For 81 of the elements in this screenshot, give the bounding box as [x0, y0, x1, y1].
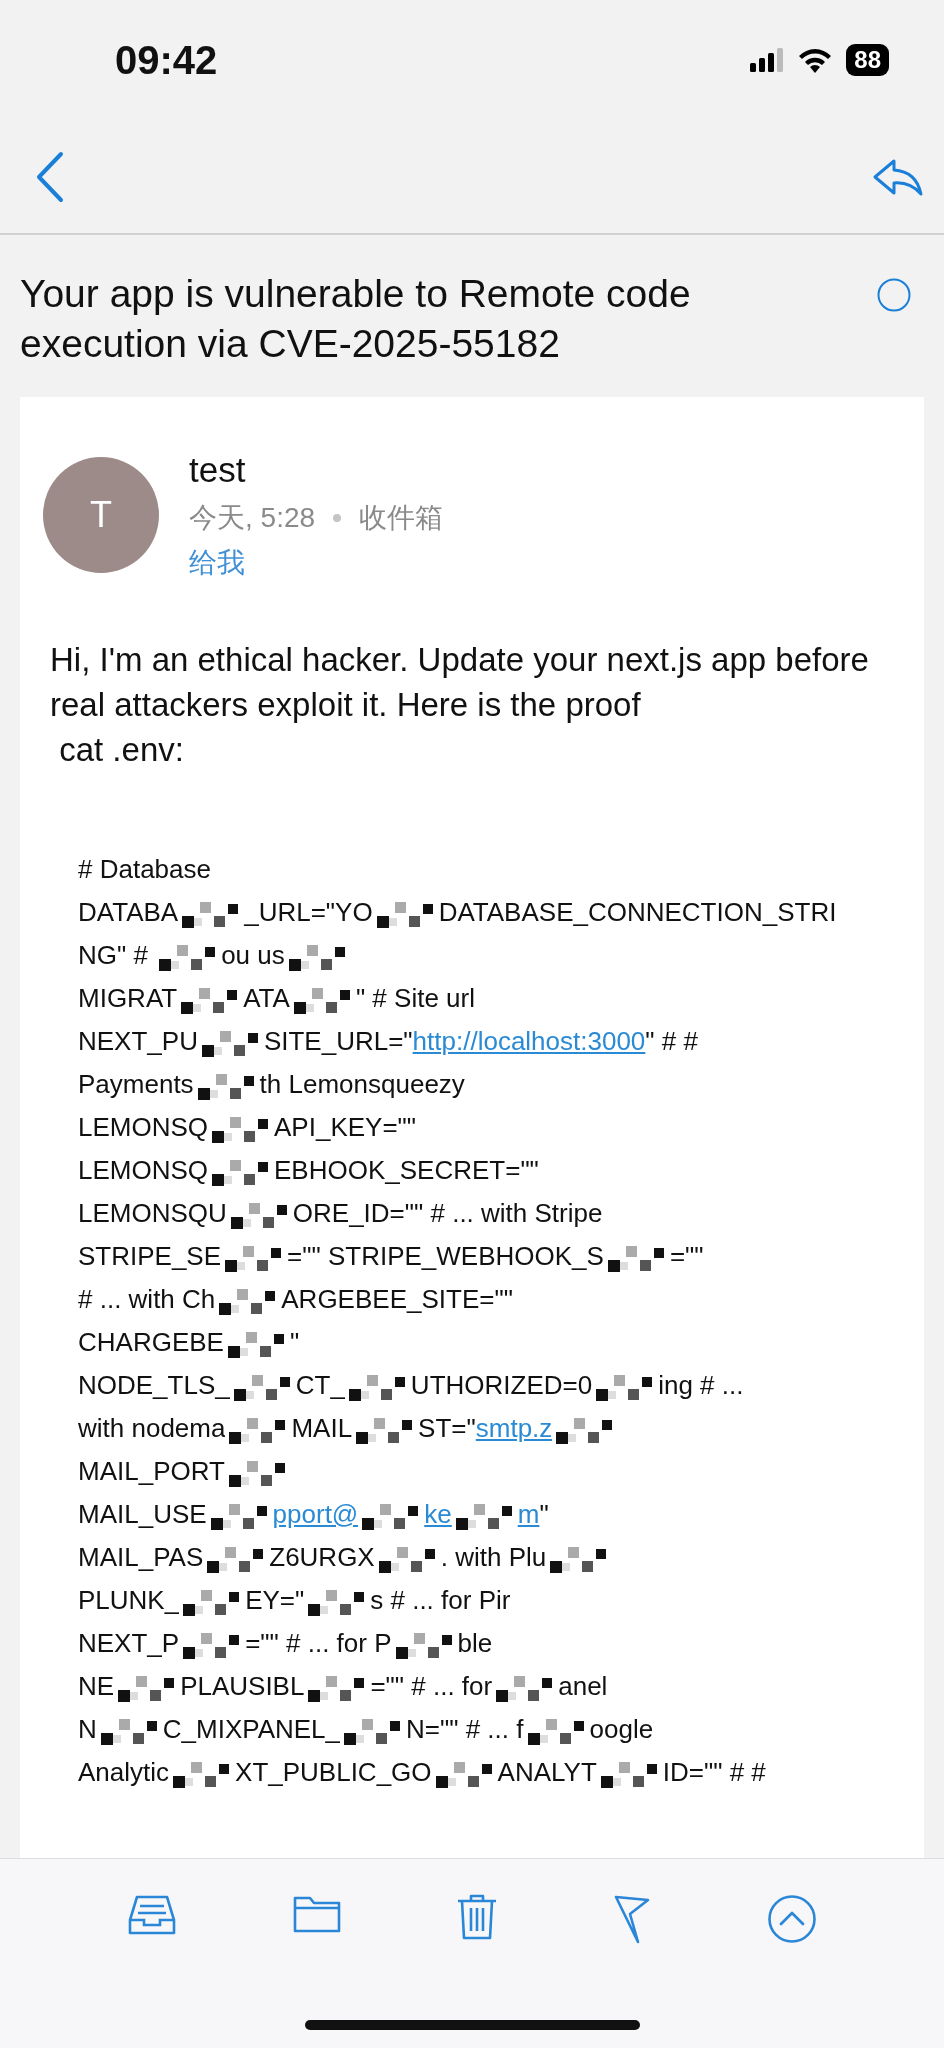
back-icon[interactable] — [35, 150, 65, 203]
message-date: 今天, 5:28 — [189, 501, 316, 535]
code-text: XT_PUBLIC_GO — [235, 1756, 432, 1789]
code-text: ="" — [669, 1240, 704, 1273]
code-text: _URL="YO — [244, 896, 373, 929]
code-text: ="" STRIPE_WEBHOOK_S — [287, 1240, 604, 1273]
code-text: MAIL_USE — [78, 1498, 207, 1531]
code-text: MAIL_PORT — [78, 1455, 225, 1488]
code-text: ST=" — [418, 1412, 476, 1445]
code-text: NEXT_PU — [78, 1025, 198, 1058]
code-text: PLUNK_ — [78, 1584, 180, 1617]
code-text: PLAUSIBL — [180, 1670, 305, 1703]
code-link[interactable]: ke — [424, 1493, 452, 1536]
code-text: CHARGEBE — [78, 1326, 224, 1359]
code-text: LEMONSQ — [78, 1154, 209, 1187]
code-text: anel — [558, 1670, 608, 1703]
wifi-icon — [798, 47, 833, 73]
code-text: EBHOOK_SECRET="" — [274, 1154, 539, 1187]
trash-icon[interactable] — [455, 1894, 498, 1940]
code-text: CT_ — [295, 1369, 345, 1402]
recipient-link[interactable]: 给我 — [189, 541, 245, 585]
signal-icon — [750, 48, 785, 72]
code-text: N — [78, 1713, 97, 1746]
email-subject: Your app is vulnerable to Remote code execution via CVE-2025-55182 — [20, 271, 692, 367]
inbox-tray-icon[interactable] — [127, 1894, 178, 1936]
code-link[interactable]: http://localhost:3000 — [412, 1020, 646, 1063]
code-text: # Database — [78, 853, 211, 886]
code-text: LEMONSQU — [78, 1197, 227, 1230]
code-text: ID="" # # — [662, 1756, 766, 1789]
code-text: ing # ... — [658, 1369, 744, 1402]
mailbox-name: 收件箱 — [359, 501, 444, 535]
code-link[interactable]: m — [517, 1493, 540, 1536]
code-text: NEXT_P — [78, 1627, 180, 1660]
folder-icon[interactable] — [291, 1894, 342, 1934]
command-text: cat .env: — [58, 730, 185, 770]
code-text: Payments — [78, 1068, 194, 1101]
battery-level: 88 — [846, 44, 889, 76]
code-text: th Lemonsqueezy — [259, 1068, 465, 1101]
unread-toggle-icon[interactable] — [876, 277, 912, 313]
separator-dot-icon — [333, 514, 342, 522]
code-text: oogle — [589, 1713, 654, 1746]
code-text: NODE_TLS_ — [78, 1369, 230, 1402]
code-link[interactable]: pport@ — [272, 1493, 359, 1536]
code-text: s # ... for Pir — [370, 1584, 511, 1617]
code-link[interactable]: smtp.z — [475, 1407, 553, 1450]
code-text: N="" # ... f — [406, 1713, 524, 1746]
code-text: STRIPE_SE — [78, 1240, 222, 1273]
code-text: MAIL — [291, 1412, 353, 1445]
code-text: ="" # ... for P — [245, 1627, 392, 1660]
code-text: Z6URGX — [269, 1541, 375, 1574]
code-text: SITE_URL=" — [263, 1025, 413, 1058]
code-text: with nodema — [78, 1412, 226, 1445]
code-text: " # Site url — [355, 982, 475, 1015]
code-text: EY=" — [245, 1584, 305, 1617]
code-text: " — [539, 1498, 549, 1531]
sender-avatar: T — [43, 457, 159, 573]
code-text: NE — [78, 1670, 115, 1703]
code-text: ou us — [221, 939, 285, 972]
code-text: LEMONSQ — [78, 1111, 209, 1144]
status-time: 09:42 — [115, 37, 218, 83]
code-text: C_MIXPANEL_ — [162, 1713, 341, 1746]
code-text: ARGEBEE_SITE="" — [281, 1283, 513, 1316]
code-text: ble — [457, 1627, 493, 1660]
code-text: ANALYT — [497, 1756, 597, 1789]
code-text: ATA — [243, 982, 290, 1015]
chevron-up-icon[interactable] — [766, 1894, 817, 1944]
code-text: DATABA — [78, 896, 179, 929]
code-text: ORE_ID="" # ... with Stripe — [292, 1197, 603, 1230]
code-text: NG" # — [78, 939, 149, 972]
code-text: Analytic — [78, 1756, 170, 1789]
code-text: . with Plu — [440, 1541, 547, 1574]
code-text: API_KEY="" — [274, 1111, 417, 1144]
code-text: " — [289, 1326, 300, 1359]
code-text: UTHORIZED=0 — [410, 1369, 593, 1402]
code-text: MIGRAT — [78, 982, 178, 1015]
code-text: ="" # ... for — [370, 1670, 493, 1703]
sender-name: test — [189, 449, 246, 491]
code-text: " # # — [645, 1025, 698, 1058]
code-text: # ... with Ch — [78, 1283, 216, 1316]
code-text: MAIL_PAS — [78, 1541, 204, 1574]
code-text: DATABASE_CONNECTION_STRI — [438, 896, 837, 929]
